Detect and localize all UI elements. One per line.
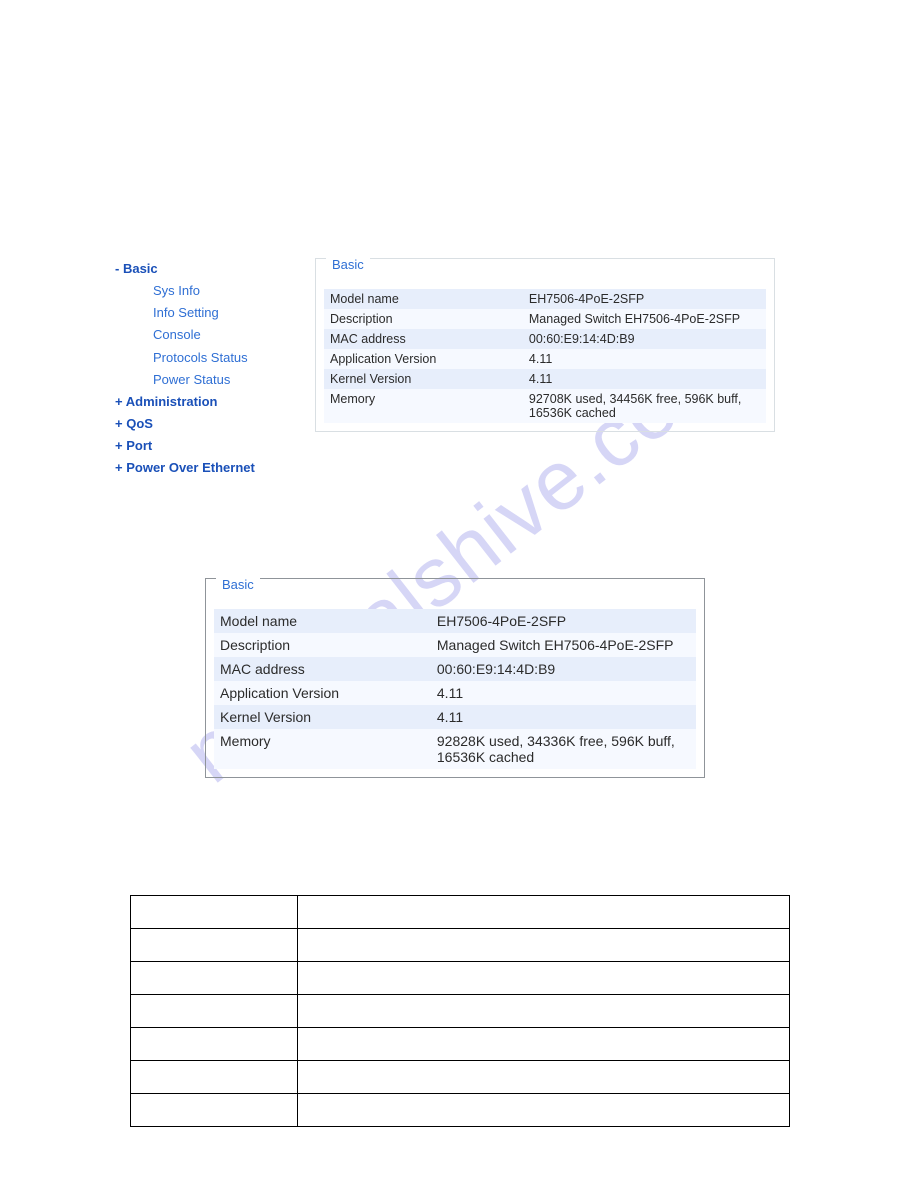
table-row bbox=[131, 1028, 790, 1061]
cell-desc bbox=[298, 896, 790, 929]
nav-protocols[interactable]: Protocols Status bbox=[115, 347, 305, 369]
cell-label: Application Version bbox=[324, 349, 523, 369]
basic-panel-1-legend: Basic bbox=[326, 257, 370, 272]
cell-value: 4.11 bbox=[431, 705, 696, 729]
cell-label: Kernel Version bbox=[214, 705, 431, 729]
basic-panel-1: Basic Model nameEH7506-4PoE-2SFP Descrip… bbox=[315, 258, 775, 479]
cell-label: Kernel Version bbox=[324, 369, 523, 389]
nav-basic[interactable]: Basic bbox=[115, 258, 305, 280]
table-row: Application Version4.11 bbox=[324, 349, 766, 369]
table-row bbox=[131, 929, 790, 962]
table-row: MAC address00:60:E9:14:4D:B9 bbox=[214, 657, 696, 681]
cell-label: Memory bbox=[324, 389, 523, 423]
cell-value: 4.11 bbox=[523, 349, 766, 369]
table-row: MAC address00:60:E9:14:4D:B9 bbox=[324, 329, 766, 349]
figure-sys-info-bottom: Basic Model nameEH7506-4PoE-2SFP Descrip… bbox=[205, 578, 705, 778]
cell-value: EH7506-4PoE-2SFP bbox=[431, 609, 696, 633]
table-row: DescriptionManaged Switch EH7506-4PoE-2S… bbox=[214, 633, 696, 657]
table-row: DescriptionManaged Switch EH7506-4PoE-2S… bbox=[324, 309, 766, 329]
cell-label bbox=[131, 1028, 298, 1061]
cell-label bbox=[131, 1061, 298, 1094]
cell-label: MAC address bbox=[214, 657, 431, 681]
cell-desc bbox=[298, 1061, 790, 1094]
cell-desc bbox=[298, 1094, 790, 1127]
nav-console[interactable]: Console bbox=[115, 324, 305, 346]
cell-value: 92828K used, 34336K free, 596K buff, 165… bbox=[431, 729, 696, 769]
table-row bbox=[131, 1094, 790, 1127]
description-table-wrap bbox=[130, 895, 790, 1127]
table-row: Model nameEH7506-4PoE-2SFP bbox=[214, 609, 696, 633]
cell-value: Managed Switch EH7506-4PoE-2SFP bbox=[523, 309, 766, 329]
nav-port[interactable]: Port bbox=[115, 435, 305, 457]
cell-value: 00:60:E9:14:4D:B9 bbox=[431, 657, 696, 681]
sys-info-table-1: Model nameEH7506-4PoE-2SFP DescriptionMa… bbox=[324, 289, 766, 423]
nav-sys-info[interactable]: Sys Info bbox=[115, 280, 305, 302]
table-row bbox=[131, 995, 790, 1028]
cell-desc bbox=[298, 929, 790, 962]
cell-label bbox=[131, 929, 298, 962]
cell-value: 4.11 bbox=[523, 369, 766, 389]
cell-label: Description bbox=[324, 309, 523, 329]
table-row bbox=[131, 896, 790, 929]
cell-label bbox=[131, 995, 298, 1028]
table-row: Application Version4.11 bbox=[214, 681, 696, 705]
cell-label bbox=[131, 962, 298, 995]
table-row: Memory92708K used, 34456K free, 596K buf… bbox=[324, 389, 766, 423]
cell-value: EH7506-4PoE-2SFP bbox=[523, 289, 766, 309]
table-row: Model nameEH7506-4PoE-2SFP bbox=[324, 289, 766, 309]
table-row: Memory92828K used, 34336K free, 596K buf… bbox=[214, 729, 696, 769]
sys-info-table-2: Model nameEH7506-4PoE-2SFP DescriptionMa… bbox=[214, 609, 696, 769]
cell-label: MAC address bbox=[324, 329, 523, 349]
cell-label bbox=[131, 1094, 298, 1127]
cell-label: Model name bbox=[324, 289, 523, 309]
nav-qos[interactable]: QoS bbox=[115, 413, 305, 435]
cell-label: Description bbox=[214, 633, 431, 657]
cell-label bbox=[131, 896, 298, 929]
basic-panel-2-legend: Basic bbox=[216, 577, 260, 592]
nav-tree: Basic Sys Info Info Setting Console Prot… bbox=[115, 258, 305, 479]
cell-label: Model name bbox=[214, 609, 431, 633]
cell-desc bbox=[298, 1028, 790, 1061]
nav-administration[interactable]: Administration bbox=[115, 391, 305, 413]
table-row: Kernel Version4.11 bbox=[214, 705, 696, 729]
cell-desc bbox=[298, 995, 790, 1028]
nav-poe[interactable]: Power Over Ethernet bbox=[115, 457, 305, 479]
cell-value: 00:60:E9:14:4D:B9 bbox=[523, 329, 766, 349]
description-table bbox=[130, 895, 790, 1127]
nav-info-setting[interactable]: Info Setting bbox=[115, 302, 305, 324]
cell-value: 92708K used, 34456K free, 596K buff, 165… bbox=[523, 389, 766, 423]
cell-desc bbox=[298, 962, 790, 995]
table-row bbox=[131, 1061, 790, 1094]
figure-sys-info-top: Basic Sys Info Info Setting Console Prot… bbox=[115, 258, 775, 479]
cell-label: Application Version bbox=[214, 681, 431, 705]
cell-label: Memory bbox=[214, 729, 431, 769]
table-row: Kernel Version4.11 bbox=[324, 369, 766, 389]
cell-value: 4.11 bbox=[431, 681, 696, 705]
table-row bbox=[131, 962, 790, 995]
nav-power-status[interactable]: Power Status bbox=[115, 369, 305, 391]
cell-value: Managed Switch EH7506-4PoE-2SFP bbox=[431, 633, 696, 657]
